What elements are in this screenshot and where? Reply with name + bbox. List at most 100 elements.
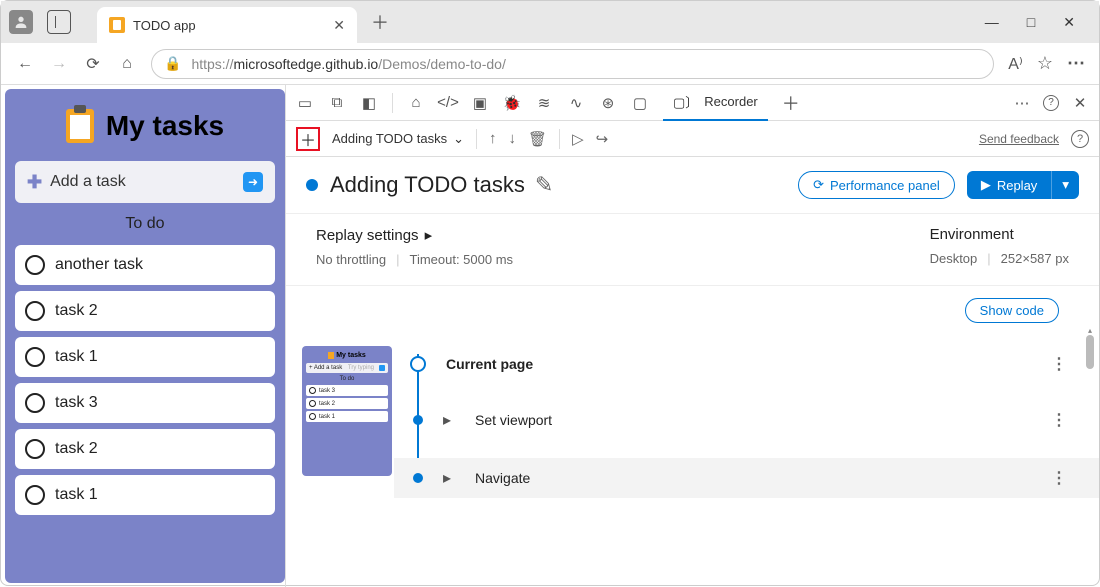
gauge-icon: ⟳ — [813, 177, 824, 193]
back-button[interactable]: ← — [15, 54, 35, 74]
checkbox-icon[interactable] — [25, 393, 45, 413]
timeout-value: Timeout: 5000 ms — [409, 252, 513, 267]
task-item[interactable]: task 1 — [15, 337, 275, 377]
task-list: another task task 2 task 1 task 3 task 2… — [15, 245, 275, 515]
play-icon[interactable]: ▷ — [572, 130, 584, 148]
performance-icon[interactable]: ∿ — [567, 94, 585, 112]
window-controls: — □ ✕ — [985, 14, 1091, 31]
task-item[interactable]: task 3 — [15, 383, 275, 423]
inspect-icon[interactable]: ▭ — [296, 94, 314, 112]
checkbox-icon[interactable] — [25, 301, 45, 321]
recorder-tab[interactable]: ▢〕 Recorder — [663, 85, 768, 121]
performance-panel-button[interactable]: ⟳ Performance panel — [798, 171, 955, 199]
task-item[interactable]: task 2 — [15, 429, 275, 469]
send-feedback-link[interactable]: Send feedback — [979, 132, 1059, 146]
forward-button: → — [49, 54, 69, 74]
section-todo-label: To do — [15, 211, 275, 237]
timeline: Current page ⋮ ▸ Set viewport ⋮ ▸ Naviga… — [410, 346, 1075, 498]
console-icon[interactable]: ▣ — [471, 94, 489, 112]
replay-settings-label[interactable]: Replay settings ▸ — [316, 226, 513, 244]
url-box[interactable]: 🔒 https://microsoftedge.github.io/Demos/… — [151, 49, 994, 79]
more-tabs-button[interactable]: ＋ — [782, 90, 800, 116]
triangle-right-icon: ▸ — [425, 226, 433, 244]
url-text: https://microsoftedge.github.io/Demos/de… — [191, 56, 981, 72]
refresh-button[interactable]: ⟳ — [83, 54, 103, 74]
tab-close-icon[interactable]: ✕ — [333, 17, 345, 34]
recording-status-dot-icon — [306, 179, 318, 191]
todo-app: My tasks ✚ Add a task ➜ To do another ta… — [5, 89, 285, 583]
devtools-menu-icon[interactable]: ⋯ — [1013, 94, 1031, 112]
checkbox-icon[interactable] — [25, 255, 45, 275]
network-icon[interactable]: ≋ — [535, 94, 553, 112]
devtools-panel: ▭ ⧉ ◧ ⌂ </> ▣ 🐞 ≋ ∿ ⊛ ▢ ▢〕 Recorder ＋ ⋯ … — [285, 85, 1099, 587]
step-set-viewport[interactable]: ▸ Set viewport ⋮ — [410, 402, 1075, 458]
environment-label: Environment — [930, 226, 1069, 243]
workspaces-icon[interactable] — [47, 10, 71, 34]
application-icon[interactable]: ▢ — [631, 94, 649, 112]
step-current-page[interactable]: Current page ⋮ — [410, 346, 1075, 402]
recorder-toolbar: ＋ Adding TODO tasks ⌄ ↑ ↓ 🗑 ▷ ↪ Send fee… — [286, 121, 1099, 157]
play-icon: ▶ — [981, 177, 991, 193]
submit-arrow-icon[interactable]: ➜ — [243, 172, 263, 192]
viewport-value: 252×587 px — [1001, 251, 1069, 266]
clipboard-icon — [66, 109, 94, 143]
recorder-icon: ▢〕 — [673, 92, 698, 111]
devtools-close-icon[interactable]: ✕ — [1071, 94, 1089, 112]
sources-icon[interactable]: 🐞 — [503, 94, 521, 112]
dock-icon[interactable]: ◧ — [360, 94, 378, 112]
devtools-help-icon[interactable]: ? — [1043, 95, 1059, 111]
maximize-button[interactable]: □ — [1027, 14, 1035, 31]
checkbox-icon[interactable] — [25, 347, 45, 367]
browser-tab[interactable]: TODO app ✕ — [97, 7, 357, 43]
scrollbar[interactable] — [1085, 326, 1095, 386]
step-navigate[interactable]: ▸ Navigate ⋮ — [394, 458, 1099, 498]
recording-settings: Replay settings ▸ No throttling | Timeou… — [286, 214, 1099, 286]
replay-button[interactable]: ▶ Replay — [967, 171, 1051, 199]
new-tab-button[interactable]: ＋ — [371, 9, 389, 35]
recording-title: Adding TODO tasks ✎ — [330, 172, 786, 198]
todo-heading: My tasks — [106, 110, 224, 142]
window-close-button[interactable]: ✕ — [1063, 14, 1075, 31]
tab-title: TODO app — [133, 18, 333, 33]
plus-icon: ✚ — [27, 172, 42, 193]
favorite-icon[interactable]: ☆ — [1037, 53, 1053, 74]
export-icon[interactable]: ↓ — [509, 130, 517, 147]
replay-dropdown-button[interactable]: ▾ — [1051, 171, 1079, 199]
task-item[interactable]: task 2 — [15, 291, 275, 331]
triangle-right-icon: ▸ — [443, 468, 451, 488]
import-icon[interactable]: ↑ — [489, 130, 497, 147]
toolbar-help-icon[interactable]: ? — [1071, 130, 1089, 148]
minimize-button[interactable]: — — [985, 14, 999, 31]
step-menu-icon[interactable]: ⋮ — [1043, 468, 1075, 488]
step-menu-icon[interactable]: ⋮ — [1043, 410, 1075, 430]
step-icon[interactable]: ↪ — [596, 130, 609, 148]
tab-favicon-icon — [109, 17, 125, 33]
address-bar: ← → ⟳ ⌂ 🔒 https://microsoftedge.github.i… — [1, 43, 1099, 85]
home-button[interactable]: ⌂ — [117, 54, 137, 74]
profile-icon[interactable] — [9, 10, 33, 34]
welcome-icon[interactable]: ⌂ — [407, 94, 425, 112]
elements-icon[interactable]: </> — [439, 94, 457, 112]
delete-icon[interactable]: 🗑 — [528, 130, 547, 148]
new-recording-button[interactable]: ＋ — [296, 127, 320, 151]
read-aloud-icon[interactable]: A⁾ — [1008, 54, 1023, 74]
edit-title-icon[interactable]: ✎ — [535, 172, 553, 198]
lock-icon: 🔒 — [164, 55, 181, 72]
memory-icon[interactable]: ⊛ — [599, 94, 617, 112]
show-code-button[interactable]: Show code — [965, 298, 1059, 323]
task-item[interactable]: task 1 — [15, 475, 275, 515]
add-task-input[interactable]: ✚ Add a task ➜ — [15, 161, 275, 203]
checkbox-icon[interactable] — [25, 485, 45, 505]
device-icon[interactable]: ⧉ — [328, 94, 346, 112]
browser-menu-icon[interactable]: ⋯ — [1067, 53, 1085, 74]
recording-thumbnail: My tasks + Add a task Try typing To do t… — [302, 346, 392, 476]
step-menu-icon[interactable]: ⋮ — [1043, 354, 1075, 374]
add-task-label: Add a task — [50, 173, 235, 191]
throttling-value: No throttling — [316, 252, 386, 267]
recording-selector[interactable]: Adding TODO tasks ⌄ — [332, 131, 464, 147]
triangle-right-icon: ▸ — [443, 410, 451, 430]
chevron-down-icon: ⌄ — [453, 131, 464, 147]
task-item[interactable]: another task — [15, 245, 275, 285]
checkbox-icon[interactable] — [25, 439, 45, 459]
titlebar: TODO app ✕ ＋ — □ ✕ — [1, 1, 1099, 43]
